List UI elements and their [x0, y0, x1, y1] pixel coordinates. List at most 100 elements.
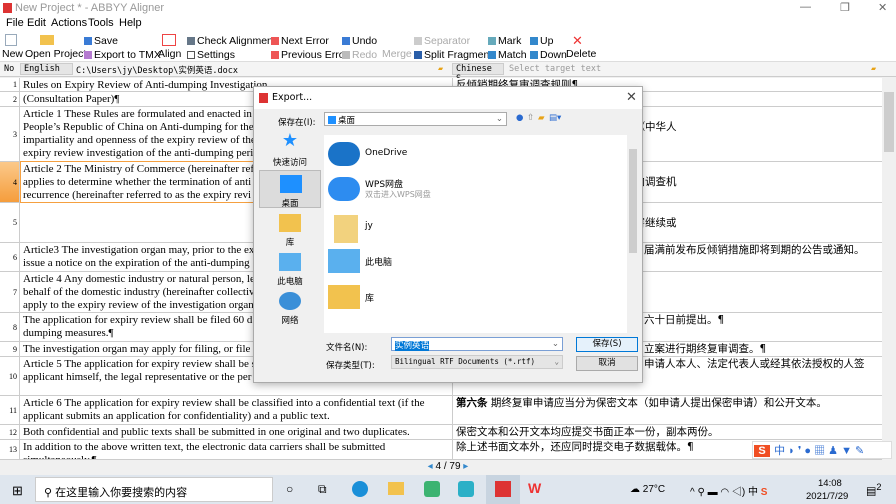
source-path[interactable]: C:\Users\jy\Desktop\实例英语.docx	[76, 64, 238, 76]
file-item-onedrive[interactable]: OneDrive	[328, 140, 608, 170]
open-folder-icon	[40, 35, 54, 45]
target-text: 立案进行期终复审调查。¶	[644, 343, 767, 355]
next-error-button[interactable]: Next Error	[271, 35, 329, 47]
export-tmx-button[interactable]: Export to TMX	[84, 49, 161, 61]
up-folder-icon[interactable]: ⇧	[527, 113, 534, 123]
undo-button[interactable]: Undo	[342, 35, 377, 47]
file-item-wps-cloud[interactable]: WPS网盘 双击进入WPS网盘	[328, 175, 608, 205]
file-explorer-icon[interactable]	[388, 482, 404, 495]
menu-tools[interactable]: Tools	[88, 17, 114, 29]
target-language-select[interactable]: Chinese S	[452, 63, 504, 84]
file-list-scrollbar[interactable]	[627, 135, 639, 333]
row-number: 12	[0, 425, 20, 439]
edge-icon[interactable]	[352, 481, 368, 497]
align-button[interactable]: Align	[158, 48, 181, 60]
target-cell[interactable]: 第六条 期终复审申请应当分为保密文本（如申请人提出保密申请）和公开文本。	[452, 396, 882, 424]
match-button[interactable]: Match	[488, 49, 527, 61]
source-cell[interactable]: Article 6 The application for expiry rev…	[21, 396, 452, 424]
check-alignment-button[interactable]: Check Alignment	[187, 35, 276, 47]
target-text: 六十日前提出。¶	[644, 314, 725, 326]
view-menu-icon[interactable]: ▤▾	[549, 113, 561, 123]
system-tray-icons[interactable]: ^ ⚲ ▬ ◠ ◁) 中 S	[690, 483, 767, 498]
prev-page-icon[interactable]: ◂	[428, 461, 433, 472]
save-button[interactable]: Save	[84, 35, 118, 47]
source-language-select[interactable]: English	[20, 63, 73, 75]
back-icon[interactable]: ●	[516, 113, 523, 123]
target-path[interactable]: Select target text	[509, 64, 601, 74]
down-button[interactable]: Down	[530, 49, 567, 61]
table-row[interactable]: 12 Both confidential and public texts sh…	[0, 425, 882, 440]
clock-date[interactable]: 2021/7/29	[806, 491, 848, 502]
save-in-select[interactable]: 桌面 ⌄	[324, 112, 507, 126]
windows-start-icon[interactable]: ⊞	[12, 483, 23, 499]
separator-button[interactable]: Separator	[414, 35, 470, 47]
redo-button[interactable]: Redo	[342, 49, 377, 61]
mark-button[interactable]: Mark	[488, 35, 521, 47]
filename-input[interactable]: 实例英语 ⌄	[391, 337, 563, 351]
row-number: 2	[0, 92, 20, 106]
split-fragment-button[interactable]: Split Fragment	[414, 49, 492, 61]
delete-button[interactable]: Delete	[566, 48, 596, 60]
menu-help[interactable]: Help	[119, 17, 142, 29]
save-dialog-button[interactable]: 保存(S)	[576, 337, 638, 352]
table-row[interactable]: 13 In addition to the above written text…	[0, 440, 882, 460]
ime-toolbar[interactable]: S 中 ◗ ❜ ● ▦ ♟ ▼ ✎	[752, 441, 892, 459]
new-button[interactable]: New	[2, 48, 23, 60]
source-cell[interactable]: Both confidential and public texts shall…	[21, 425, 452, 439]
next-error-icon	[271, 37, 279, 45]
wps-icon[interactable]: W	[528, 480, 541, 496]
menu-actions[interactable]: Actions	[51, 17, 87, 29]
scrollbar-thumb[interactable]	[884, 92, 894, 152]
file-list-scrollbar-thumb[interactable]	[629, 149, 637, 253]
recorder-icon[interactable]	[458, 481, 474, 497]
export-icon	[84, 51, 92, 59]
next-page-icon[interactable]: ▸	[463, 461, 468, 472]
open-source-icon[interactable]: ▰	[438, 64, 443, 74]
open-project-button[interactable]: Open Project	[25, 48, 86, 60]
task-view-icon[interactable]: ⧉	[318, 482, 327, 497]
file-item-this-pc[interactable]: 此电脑	[328, 247, 608, 277]
notifications-icon[interactable]: ▤2	[866, 482, 882, 498]
mark-icon	[488, 37, 496, 45]
up-button[interactable]: Up	[530, 35, 553, 47]
file-item-jy[interactable]: jy	[328, 213, 608, 243]
place-this-pc[interactable]: 此电脑	[259, 249, 321, 287]
previous-error-button[interactable]: Previous Error	[271, 49, 348, 61]
app-icon-green[interactable]	[424, 481, 440, 497]
row-number: 8	[0, 313, 20, 341]
menu-file[interactable]: File	[6, 17, 24, 29]
maximize-button[interactable]: ❐	[840, 1, 850, 14]
new-folder-icon[interactable]: ▰	[538, 113, 545, 123]
merge-button[interactable]: Merge	[382, 48, 412, 60]
target-cell[interactable]: 保密文本和公开文本均应提交书面正本一份，副本两份。	[452, 425, 882, 439]
open-target-icon[interactable]: ▰	[871, 64, 876, 74]
source-cell[interactable]: In addition to the above written text, t…	[21, 440, 452, 459]
weather[interactable]: ☁ 27°C	[630, 484, 665, 495]
table-row[interactable]: 11 Article 6 The application for expiry …	[0, 396, 882, 425]
menu-edit[interactable]: Edit	[27, 17, 46, 29]
place-quick-access[interactable]: ★ 快速访问	[259, 130, 321, 168]
row-number: 5	[0, 203, 20, 242]
close-button[interactable]: ✕	[878, 1, 887, 14]
dialog-close-button[interactable]: ✕	[626, 90, 637, 105]
filetype-select[interactable]: Bilingual RTF Documents (*.rtf) ⌄	[391, 355, 563, 369]
place-desktop[interactable]: 桌面	[259, 170, 321, 209]
settings-button[interactable]: Settings	[187, 49, 235, 61]
cancel-dialog-button[interactable]: 取消	[576, 356, 638, 371]
clock-time[interactable]: 14:08	[818, 478, 842, 489]
ime-mode[interactable]: 中	[774, 445, 785, 457]
place-network[interactable]: 网络	[259, 288, 321, 326]
file-item-library[interactable]: 库	[328, 283, 608, 313]
row-number: 7	[0, 272, 20, 312]
export-dialog: Export... ✕ 保存在(I): 桌面 ⌄ ● ⇧ ▰ ▤▾ ★ 快速访问 桌…	[253, 86, 643, 383]
taskbar-search[interactable]: ⚲ 在这里输入你要搜索的内容	[35, 477, 273, 502]
place-library[interactable]: 库	[259, 210, 321, 248]
dialog-app-icon	[259, 93, 268, 103]
vertical-scrollbar[interactable]	[882, 78, 896, 460]
cortana-icon[interactable]: ○	[286, 482, 293, 496]
row-number: 6	[0, 243, 20, 271]
save-icon	[84, 37, 92, 45]
minimize-button[interactable]: —	[800, 1, 811, 13]
match-icon	[488, 51, 496, 59]
aligner-taskbar-button[interactable]	[486, 475, 520, 504]
